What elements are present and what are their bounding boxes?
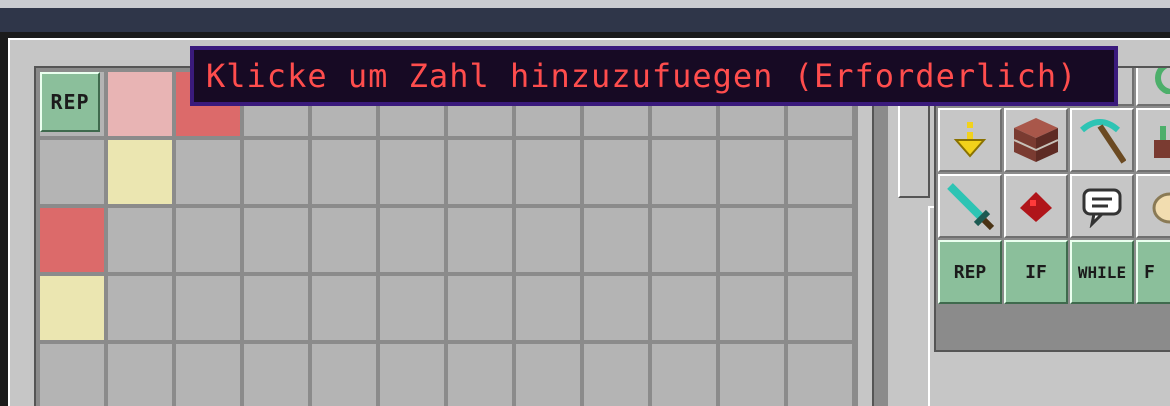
grid-cell[interactable] xyxy=(380,140,444,204)
drop-arrow-icon xyxy=(953,122,987,158)
redstone-icon xyxy=(1020,192,1052,222)
grid-cell[interactable] xyxy=(108,208,172,272)
grid-cell[interactable] xyxy=(244,344,308,406)
grid-cell[interactable] xyxy=(720,208,784,272)
palette-egg[interactable] xyxy=(1136,174,1170,238)
window-top-border xyxy=(0,0,1170,8)
grid-cell[interactable] xyxy=(312,140,376,204)
palette-chat[interactable] xyxy=(1070,174,1134,238)
grid-rep-block[interactable]: REP xyxy=(40,72,100,132)
grid-cell[interactable] xyxy=(584,276,648,340)
grid-cell[interactable] xyxy=(448,344,512,406)
grid-cell[interactable] xyxy=(312,344,376,406)
speech-bubble-icon xyxy=(1082,188,1122,228)
tooltip: Klicke um Zahl hinzuzufuegen (Erforderli… xyxy=(190,46,1118,106)
egg-icon xyxy=(1152,192,1170,224)
grid-cell[interactable] xyxy=(652,140,716,204)
palette-while-button[interactable]: WHILE xyxy=(1070,240,1134,304)
tooltip-text: Klicke um Zahl hinzuzufuegen (Erforderli… xyxy=(206,57,1078,95)
grid-cell[interactable] xyxy=(108,344,172,406)
grid-cell[interactable] xyxy=(448,276,512,340)
grid-cell[interactable] xyxy=(176,208,240,272)
palette-for-button[interactable]: F xyxy=(1136,240,1170,304)
grid-cell[interactable] xyxy=(720,140,784,204)
place-block-icon xyxy=(1154,126,1170,158)
grid-cell[interactable] xyxy=(516,208,580,272)
grid-cell[interactable] xyxy=(40,208,104,272)
grid-cell[interactable] xyxy=(40,140,104,204)
grid-cell[interactable] xyxy=(584,140,648,204)
grid-cell[interactable] xyxy=(652,208,716,272)
palette-pickaxe[interactable] xyxy=(1070,108,1134,172)
grid-cell[interactable] xyxy=(788,344,852,406)
window-title-bar xyxy=(0,8,1170,32)
grid-cell[interactable] xyxy=(176,344,240,406)
grid-cell[interactable] xyxy=(788,140,852,204)
grid-cell[interactable] xyxy=(652,276,716,340)
grid-cell[interactable] xyxy=(516,344,580,406)
grid-cell[interactable] xyxy=(516,276,580,340)
grid-cell[interactable] xyxy=(448,140,512,204)
grid-cell[interactable] xyxy=(244,208,308,272)
grid-cell[interactable] xyxy=(244,276,308,340)
grid-cell[interactable] xyxy=(40,344,104,406)
palette-if-button[interactable]: IF xyxy=(1004,240,1068,304)
grid-cell[interactable] xyxy=(108,276,172,340)
palette-scrollbar-thumb[interactable] xyxy=(898,96,930,198)
grid-cell[interactable] xyxy=(584,208,648,272)
grid-cell[interactable] xyxy=(584,344,648,406)
palette-drop[interactable] xyxy=(938,108,1002,172)
grid-cell[interactable] xyxy=(108,72,172,136)
palette-rotate-left[interactable] xyxy=(1136,68,1170,106)
diamond-sword-icon xyxy=(947,183,994,230)
grid-cell[interactable] xyxy=(380,344,444,406)
grid-cell[interactable] xyxy=(380,208,444,272)
palette-place-block[interactable] xyxy=(1136,108,1170,172)
while-button-label: WHILE xyxy=(1077,262,1127,282)
grid-cell[interactable] xyxy=(176,140,240,204)
if-button-label: IF xyxy=(1025,261,1047,283)
grid-cell[interactable] xyxy=(244,140,308,204)
grid-cell[interactable] xyxy=(40,276,104,340)
palette-rep-button[interactable]: REP xyxy=(938,240,1002,304)
grid-cell[interactable] xyxy=(380,276,444,340)
grid-cell[interactable] xyxy=(176,276,240,340)
for-button-label: F xyxy=(1144,261,1155,283)
grid-cell[interactable] xyxy=(312,208,376,272)
grid-cell[interactable] xyxy=(312,276,376,340)
grid-cell[interactable] xyxy=(788,208,852,272)
palette-sword[interactable] xyxy=(938,174,1002,238)
rotate-icon xyxy=(1155,68,1170,94)
diamond-pickaxe-icon xyxy=(1080,119,1126,164)
palette-redstone[interactable] xyxy=(1004,174,1068,238)
rep-button-label: REP xyxy=(953,261,987,283)
grid-cell[interactable] xyxy=(448,208,512,272)
grid-cell[interactable] xyxy=(720,344,784,406)
grid-cell[interactable] xyxy=(720,276,784,340)
grid-cell[interactable] xyxy=(108,140,172,204)
brick-block-icon xyxy=(1013,118,1059,162)
grid-cell[interactable] xyxy=(516,140,580,204)
palette-brick-block[interactable] xyxy=(1004,108,1068,172)
command-palette: REP IF WHILE F xyxy=(934,66,1170,352)
grid-cell[interactable] xyxy=(788,276,852,340)
grid-cell[interactable] xyxy=(652,344,716,406)
program-grid: REP xyxy=(34,66,858,406)
grid-scrollbar-track[interactable] xyxy=(872,66,888,406)
